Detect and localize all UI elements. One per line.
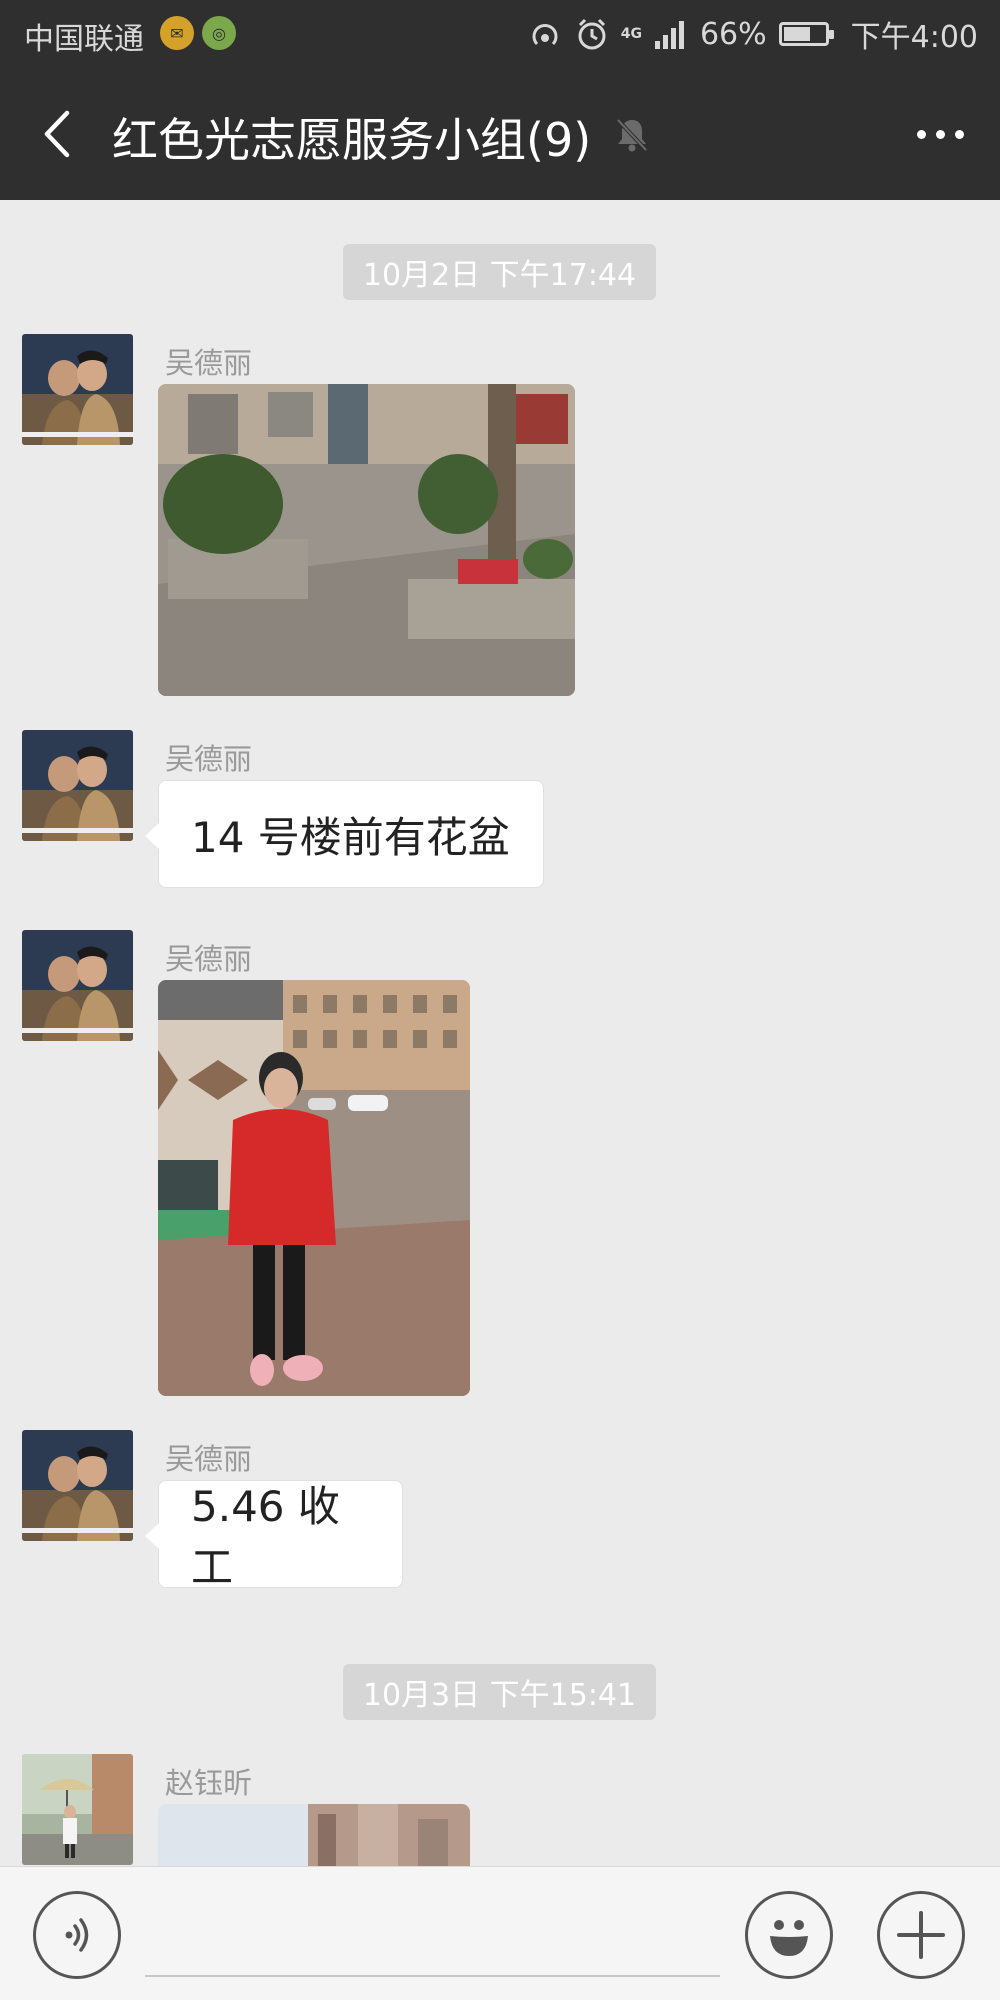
sender-name: 吴德丽 (165, 346, 253, 380)
sender-name: 赵钰昕 (165, 1766, 253, 1800)
back-button[interactable] (28, 106, 84, 162)
chat-title: 红色光志愿服务小组(9) (112, 113, 592, 167)
avatar[interactable] (22, 1754, 133, 1865)
sender-name: 吴德丽 (165, 942, 253, 976)
more-options-button[interactable] (908, 108, 972, 160)
voice-input-button[interactable] (33, 1891, 121, 1979)
time-separator: 10月3日 下午15:41 (343, 1664, 656, 1720)
sender-name: 吴德丽 (165, 742, 253, 776)
chevron-left-icon (44, 110, 70, 158)
battery-icon (778, 22, 834, 46)
bell-off-icon (616, 118, 648, 152)
message-list[interactable]: 10月2日 下午17:44 吴德丽 吴德丽 14 号楼前有花盆 吴德丽 吴德丽 … (0, 200, 1000, 1866)
avatar[interactable] (22, 930, 133, 1041)
network-type: 4G (620, 26, 642, 42)
carrier-name: 中国联通 (24, 22, 144, 57)
status-indicators: 4G 66% 下午4:00 (527, 12, 978, 56)
image-message[interactable] (158, 980, 470, 1396)
signal-strength-icon (654, 21, 684, 49)
more-horizontal-icon (916, 129, 926, 139)
avatar[interactable] (22, 1430, 133, 1541)
avatar[interactable] (22, 334, 133, 445)
plus-icon (897, 1911, 945, 1959)
message-input[interactable] (145, 1975, 720, 1977)
emoji-icon (770, 1920, 808, 1956)
time-separator: 10月2日 下午17:44 (343, 244, 656, 300)
chat-header: 红色光志愿服务小组(9) (0, 68, 1000, 200)
battery-percent: 66% (699, 16, 767, 52)
text-message-bubble[interactable]: 5.46 收工 (145, 1480, 403, 1592)
chat-input-bar (0, 1866, 1000, 2000)
mail-notification-icon: ✉ (160, 16, 194, 50)
alarm-icon (578, 18, 606, 50)
image-message[interactable] (158, 1804, 470, 1866)
sender-name: 吴德丽 (165, 1442, 253, 1476)
text-message-bubble[interactable]: 14 号楼前有花盆 (145, 780, 544, 888)
avatar[interactable] (22, 730, 133, 841)
app-notification-icon: ◎ (202, 16, 236, 50)
hotspot-icon (532, 24, 558, 46)
clock: 下午4:00 (850, 20, 978, 55)
more-functions-button[interactable] (877, 1891, 965, 1979)
emoji-button[interactable] (745, 1891, 833, 1979)
voice-icon (65, 1918, 89, 1952)
image-message[interactable] (158, 384, 575, 696)
status-bar: 中国联通 ✉ ◎ 4G 66% 下午4:00 (0, 0, 1000, 68)
battery-fill (783, 27, 811, 41)
